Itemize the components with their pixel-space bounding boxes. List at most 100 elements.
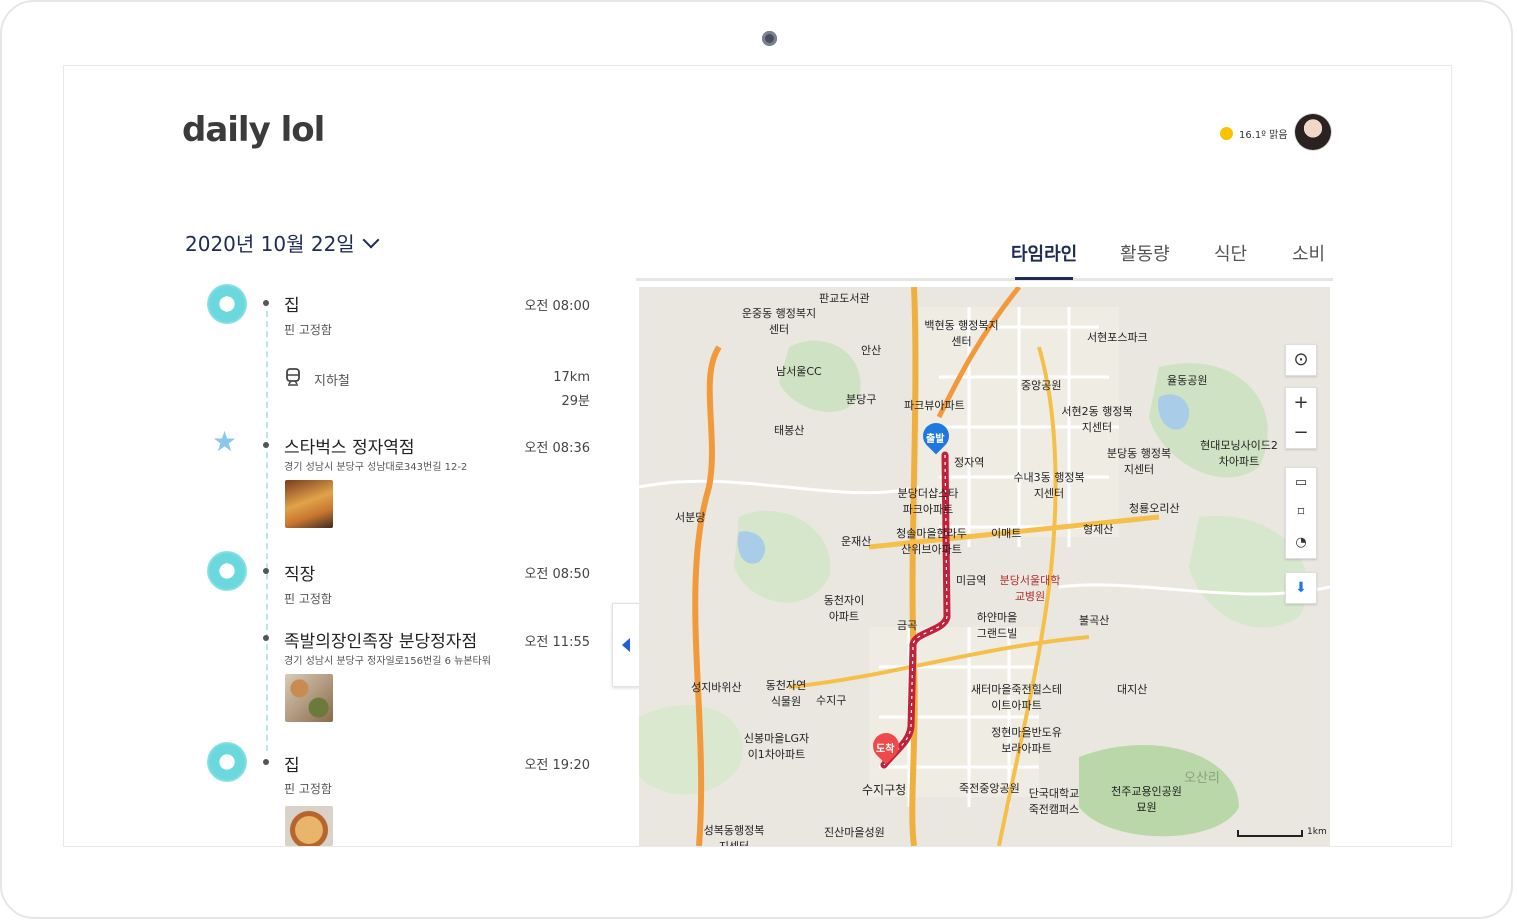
timeline-item-title[interactable]: 족발의장인족장 분당정자점 [284, 627, 477, 652]
camera-icon [762, 31, 777, 46]
app-screen: daily lol 16.1º 맑음 2020년 10월 22일 타임라인 활동… [63, 65, 1452, 847]
map-label: 이매트 [991, 527, 1022, 540]
timeline-item-sub: 핀 고정함 [284, 323, 332, 337]
scale-label: 1km [1307, 827, 1327, 837]
tab-spending[interactable]: 소비 [1292, 240, 1325, 266]
timeline-item-title[interactable]: 직장 [284, 560, 315, 585]
map-label: 백현동 행정복지센터 [924, 319, 999, 348]
map-scale: 1km [1237, 827, 1327, 837]
tab-timeline[interactable]: 타임라인 [1011, 240, 1077, 280]
photo-thumbnail[interactable] [285, 806, 333, 846]
star-icon: ★ [212, 425, 238, 458]
map-label: 서분당 [675, 511, 706, 524]
sun-icon [1220, 127, 1233, 140]
end-pin-label: 도착 [876, 744, 895, 755]
map-label: 수지구 [816, 694, 847, 707]
place-marker-icon [207, 284, 247, 324]
timeline-dot [263, 759, 269, 765]
photo-thumbnail[interactable] [285, 674, 333, 722]
area-icon[interactable]: ⌑ [1286, 498, 1316, 528]
map-label: 파크뷰아파트 [904, 399, 965, 412]
timeline-item-time: 오전 08:50 [524, 567, 590, 582]
tab-bar: 타임라인 활동량 식단 소비 [636, 238, 1333, 281]
map-label: 분당동 행정복지센터 [1106, 447, 1172, 476]
timeline-item-time: 오전 08:36 [524, 441, 590, 456]
map-label: 수내3동 행정복지센터 [1013, 471, 1085, 500]
zoom-controls: + − [1285, 387, 1317, 449]
timeline-dot [263, 568, 269, 574]
add-location-icon: ⬇ [1295, 580, 1307, 596]
timeline-item-sub: 핀 고정함 [284, 592, 332, 606]
map-label: 분당더샵스타파크아파트 [897, 487, 959, 516]
map-label: 판교도서관 [819, 292, 870, 305]
map-label: 태봉산 [774, 424, 805, 437]
map-view[interactable]: 판교도서관 운중동 행정복지센터 백현동 행정복지센터 안산 남서울CC 분당구… [639, 287, 1330, 846]
chevron-left-icon [622, 638, 630, 652]
timeline-item-time: 오전 11:55 [524, 635, 590, 650]
map-label: 불곡산 [1079, 614, 1110, 627]
map-tools: ▭ ⌑ ◔ [1285, 467, 1317, 559]
avatar[interactable] [1295, 114, 1331, 150]
add-pin-button[interactable]: ⬇ [1285, 572, 1317, 604]
ruler-icon[interactable]: ▭ [1286, 468, 1316, 498]
scale-bar [1237, 830, 1303, 837]
map-canvas [639, 287, 1330, 846]
photo-thumbnail[interactable] [285, 480, 333, 528]
map-label: 미금역 [956, 574, 987, 587]
map-label: 정현마을반도유보라아파트 [991, 726, 1062, 755]
place-marker-icon [207, 742, 247, 782]
map-label: 죽전중앙공원 [959, 782, 1020, 795]
zoom-out-button[interactable]: − [1286, 418, 1316, 448]
timeline-line [266, 311, 268, 751]
map-label: 청룡오리산 [1129, 502, 1180, 515]
transport-distance: 17km [553, 370, 590, 385]
map-label: 대지산 [1117, 683, 1148, 696]
timeline-item-title[interactable]: 스타벅스 정자역점 [284, 433, 415, 458]
map-label: 형제산 [1083, 523, 1114, 536]
timeline-dot [263, 442, 269, 448]
tab-diet[interactable]: 식단 [1214, 240, 1247, 266]
map-label: 동천자연식물원 [765, 679, 807, 708]
transport-duration: 29분 [561, 394, 590, 409]
timeline-item-title[interactable]: 집 [284, 291, 300, 316]
timeline-item-address: 경기 성남시 분당구 정자일로156번길 6 뉴본타워 [284, 656, 491, 667]
date-selector[interactable]: 2020년 10월 22일 [185, 228, 380, 257]
map-label: 중앙공원 [1021, 379, 1062, 392]
timeline-dot [263, 300, 269, 306]
place-marker-icon [207, 551, 247, 591]
subway-icon [286, 368, 300, 386]
zoom-in-button[interactable]: + [1286, 388, 1316, 418]
map-label: 동천자이아파트 [823, 594, 865, 623]
map-label: 수지구청 [862, 783, 907, 797]
date-label: 2020년 10월 22일 [185, 232, 355, 256]
map-label: 진산마을성원 [824, 826, 885, 839]
map-label: 성지바위산 [691, 681, 742, 694]
timeline-item-title[interactable]: 집 [284, 751, 300, 776]
transport-mode: 지하철 [314, 374, 350, 389]
chevron-down-icon [362, 231, 380, 248]
timeline-item-time: 오전 19:20 [524, 758, 590, 773]
map-label: 현대모닝사이드2차아파트 [1200, 439, 1278, 468]
compass-icon[interactable]: ◔ [1286, 528, 1316, 558]
weather-widget: 16.1º 맑음 [1220, 126, 1288, 141]
tab-activity[interactable]: 활동량 [1120, 240, 1170, 266]
map-label: 율동공원 [1167, 374, 1208, 387]
timeline-item-sub: 핀 고정함 [284, 782, 332, 796]
map-label: 분당서울대학교병원 [999, 574, 1061, 603]
locate-button[interactable]: ⊙ [1285, 344, 1317, 376]
map-label: 분당구 [846, 393, 877, 406]
collapse-panel-button[interactable] [612, 603, 640, 687]
map-label: 운재산 [841, 535, 872, 548]
map-label: 새터마을죽전힐스테이트아파트 [970, 683, 1063, 712]
map-label: 서현2동 행정복지센터 [1061, 405, 1133, 434]
weather-text: 16.1º 맑음 [1239, 130, 1288, 141]
timeline-item-time: 오전 08:00 [524, 299, 590, 314]
map-label: 서현포스파크 [1087, 331, 1148, 344]
timeline-item-address: 경기 성남시 분당구 성남대로343번길 12-2 [284, 462, 468, 473]
map-label: 천주교용인공원묘원 [1111, 785, 1182, 814]
timeline-dot [263, 635, 269, 641]
map-label: 정자역 [954, 456, 985, 469]
app-logo[interactable]: daily lol [182, 110, 325, 150]
map-label: 성복동행정복지센터 [703, 824, 765, 846]
map-label: 금곡 [897, 619, 918, 632]
